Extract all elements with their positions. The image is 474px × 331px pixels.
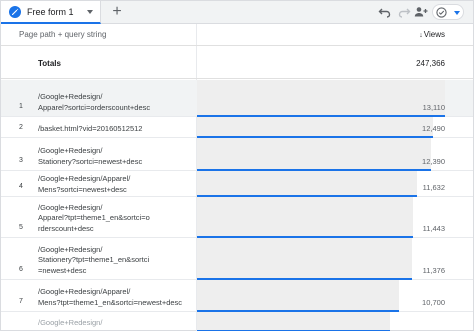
table-row[interactable]: /Google+Redesign/ (1, 312, 473, 331)
views-value: 13,110 (422, 103, 445, 112)
page-path-link[interactable]: /Google+Redesign/ (38, 318, 194, 329)
table-row[interactable]: 1/Google+Redesign/ Apparel?sortci=orders… (1, 80, 473, 117)
chevron-down-icon[interactable] (87, 10, 93, 14)
views-bar (197, 138, 431, 170)
views-bar (197, 197, 413, 237)
views-bar (197, 171, 417, 196)
dimension-header[interactable]: Page path + query string (19, 30, 106, 39)
table-row[interactable]: 4/Google+Redesign/Apparel/ Mens?sortci=n… (1, 171, 473, 197)
views-value: 10,700 (422, 298, 445, 307)
page-path-link[interactable]: /Google+Redesign/Apparel/ Mens?sortci=ne… (38, 174, 194, 195)
totals-value: 247,366 (416, 59, 445, 68)
report-frame: Free form 1 + Page path + query string ↓… (0, 0, 474, 331)
page-path-link[interactable]: /Google+Redesign/ Stationery?tpt=theme1_… (38, 245, 194, 277)
views-value: 11,632 (422, 183, 445, 192)
tab-label: Free form 1 (27, 7, 74, 17)
undo-icon[interactable] (377, 4, 393, 20)
views-bar (197, 312, 390, 331)
check-circle-icon (436, 7, 447, 18)
row-number: 4 (19, 183, 23, 190)
table-row[interactable]: 7/Google+Redesign/Apparel/ Mens?tpt=them… (1, 280, 473, 312)
add-tab-button[interactable]: + (108, 3, 126, 21)
page-path-link[interactable]: /basket.html?vid=20160512512 (38, 124, 194, 135)
table-row[interactable]: 3/Google+Redesign/ Stationery?sortci=new… (1, 138, 473, 171)
row-number: 6 (19, 266, 23, 273)
chevron-down-icon (454, 11, 460, 15)
pencil-icon (9, 6, 21, 18)
tab-bar: Free form 1 + (1, 1, 473, 24)
totals-label: Totals (38, 59, 61, 68)
sort-arrow-icon: ↓ (419, 32, 423, 39)
tab-free-form-1[interactable]: Free form 1 (1, 1, 101, 24)
page-path-link[interactable]: /Google+Redesign/ Stationery?sortci=newe… (38, 146, 194, 167)
metric-header-label: Views (423, 30, 445, 39)
table-header: Page path + query string ↓Views (1, 24, 473, 46)
page-path-link[interactable]: /Google+Redesign/ Apparel?tpt=theme1_en&… (38, 203, 194, 235)
row-number: 7 (19, 298, 23, 305)
totals-row: Totals 247,366 (1, 46, 473, 79)
views-bar (197, 117, 433, 137)
page-path-link[interactable]: /Google+Redesign/ Apparel?sortci=ordersc… (38, 92, 194, 113)
table-row[interactable]: 6/Google+Redesign/ Stationery?tpt=theme1… (1, 238, 473, 280)
views-bar (197, 238, 412, 279)
table-row[interactable]: 2/basket.html?vid=20160512512 12,490 (1, 117, 473, 138)
views-bar (197, 80, 445, 116)
row-number: 3 (19, 157, 23, 164)
row-number: 1 (19, 103, 23, 110)
redo-icon[interactable] (396, 4, 412, 20)
views-value: 12,390 (422, 157, 445, 166)
row-number: 5 (19, 224, 23, 231)
row-number: 2 (19, 124, 23, 131)
share-people-icon[interactable] (413, 4, 429, 20)
table-row[interactable]: 5/Google+Redesign/ Apparel?tpt=theme1_en… (1, 197, 473, 238)
status-dropdown[interactable] (432, 4, 464, 20)
views-bar (197, 280, 399, 311)
views-value: 11,443 (422, 224, 445, 233)
views-value: 11,376 (422, 266, 445, 275)
page-path-link[interactable]: /Google+Redesign/Apparel/ Mens?tpt=theme… (38, 287, 194, 308)
views-value: 12,490 (422, 124, 445, 133)
metric-header[interactable]: ↓Views (419, 30, 445, 39)
